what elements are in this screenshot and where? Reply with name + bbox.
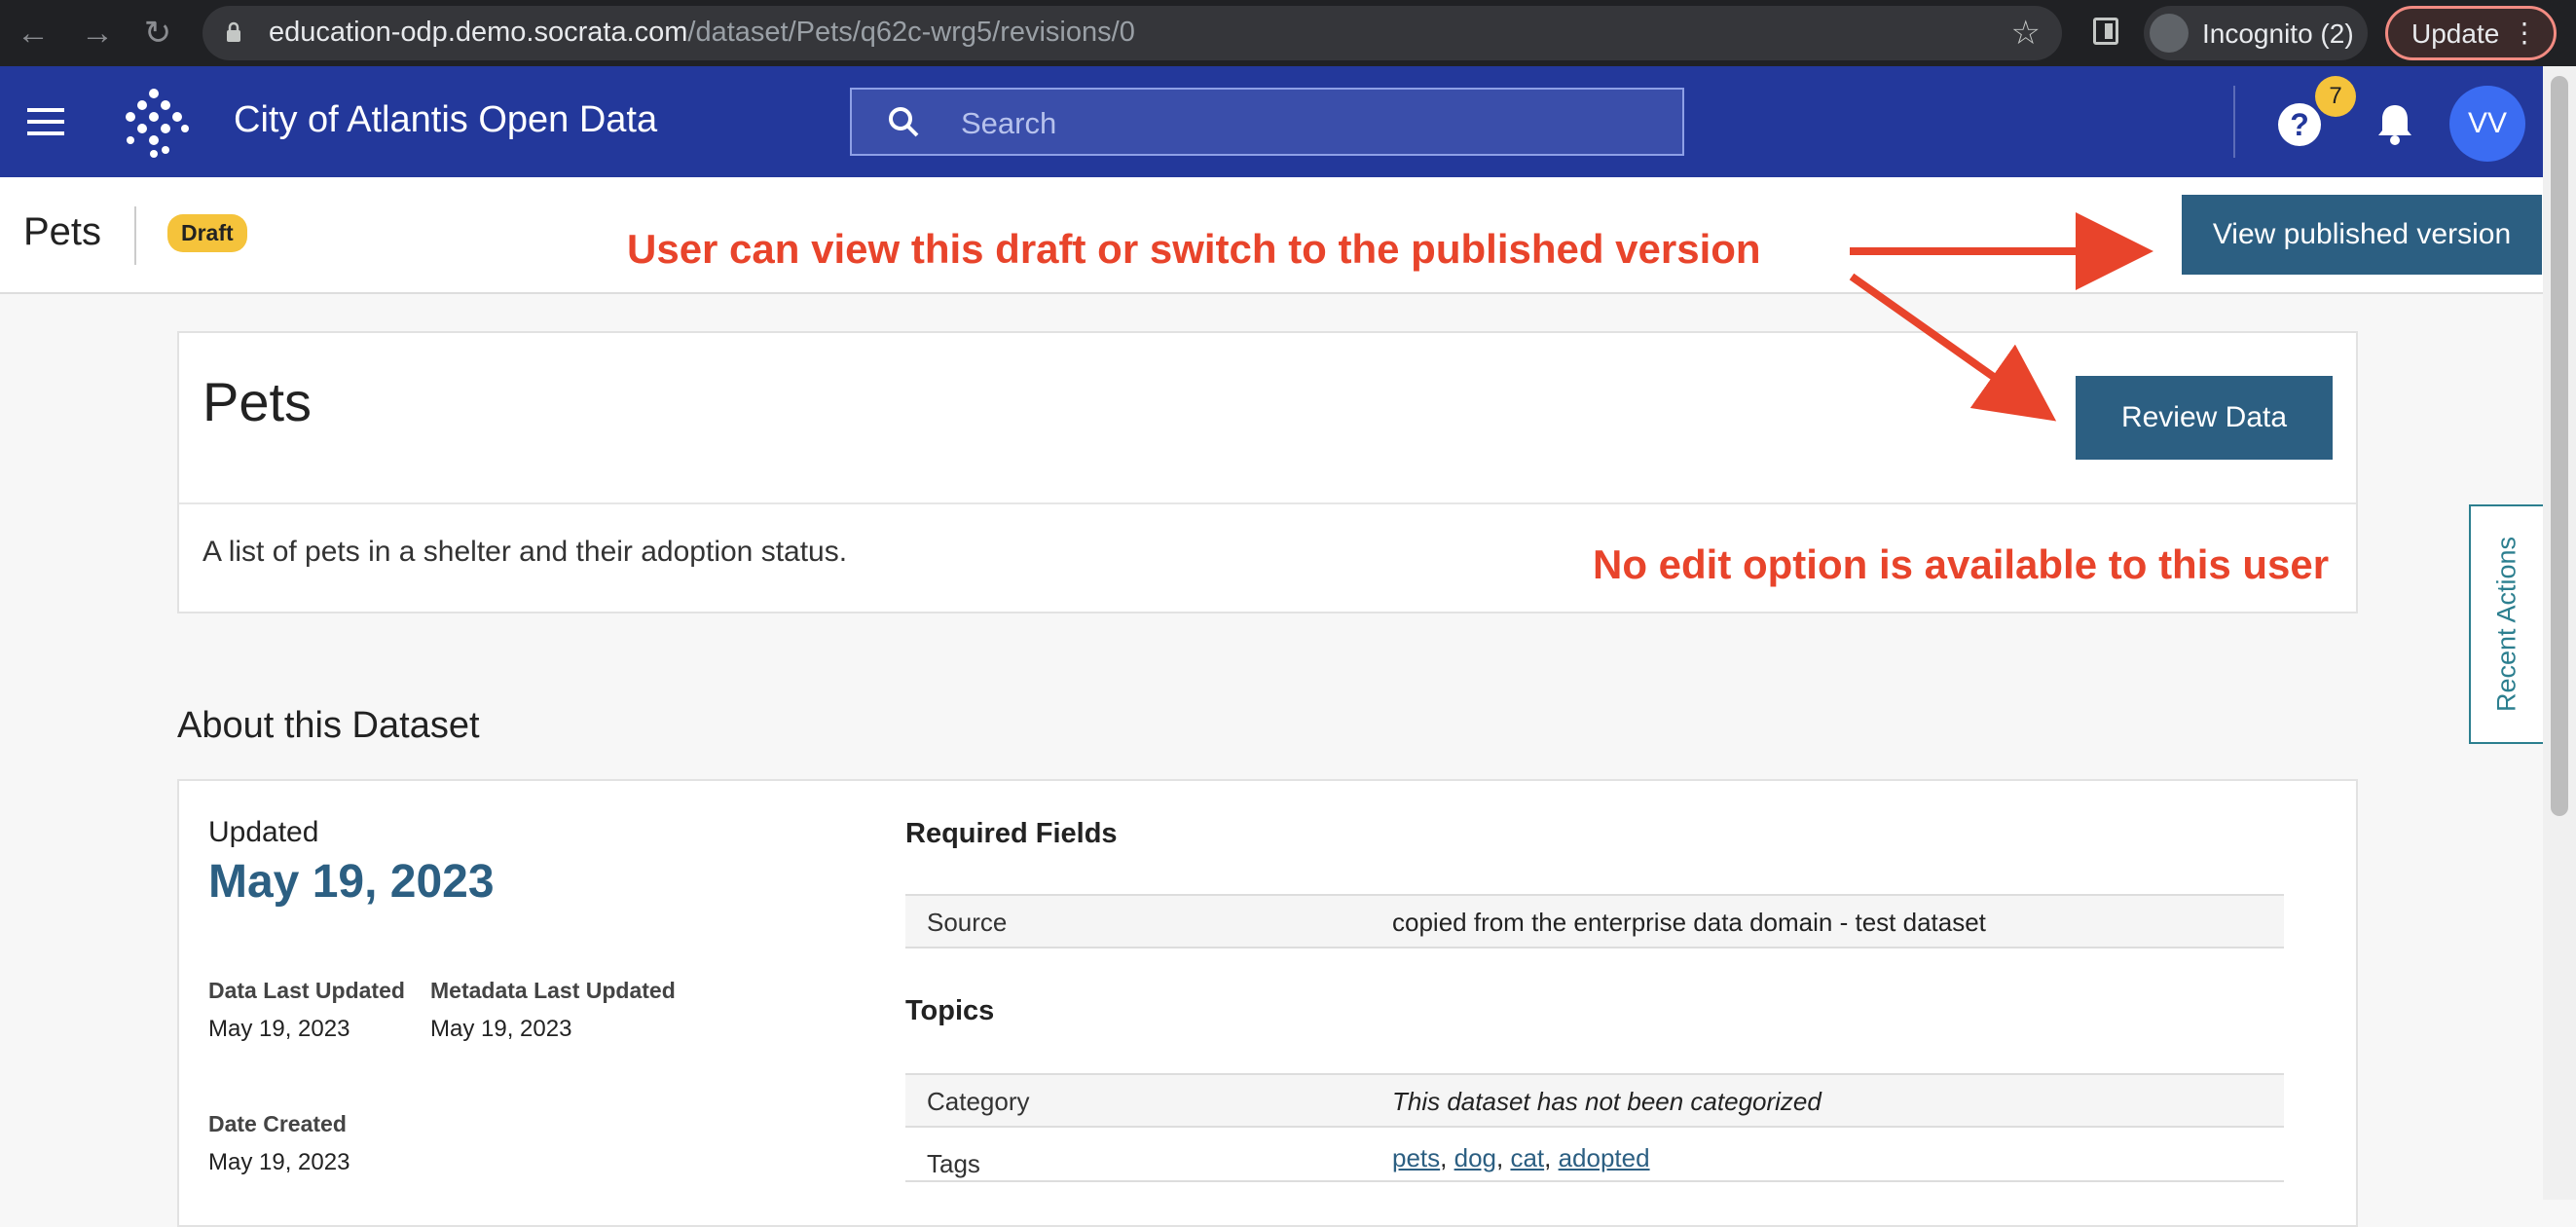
annotation-arrows — [1849, 212, 2153, 422]
arrow-to-review-data — [1849, 273, 2057, 422]
scrollbar-thumb[interactable] — [2551, 76, 2568, 816]
